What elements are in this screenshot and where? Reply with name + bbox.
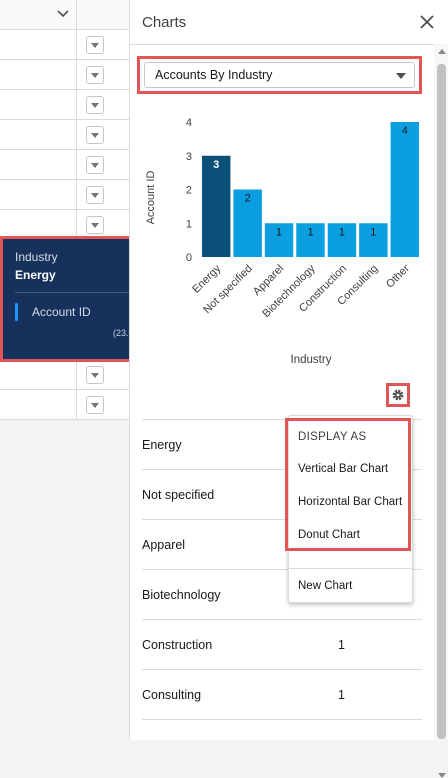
- menu-item-new-chart[interactable]: New Chart: [298, 580, 352, 592]
- table-row: Construction 1: [142, 620, 422, 670]
- column-divider: [76, 60, 77, 90]
- chart-bar[interactable]: [390, 122, 419, 257]
- y-tick-label: 2: [186, 185, 192, 197]
- bar-data-label: 3: [213, 159, 219, 171]
- table-row-value: 1: [338, 688, 345, 702]
- chart-select-value: Accounts By Industry: [155, 68, 273, 82]
- bar-data-label: 1: [307, 226, 313, 238]
- menu-highlight-box: [285, 418, 411, 551]
- column-divider: [76, 180, 77, 210]
- table-row-value: 1: [338, 638, 345, 652]
- panel-divider: [130, 44, 448, 45]
- table-row-label: Not specified: [142, 488, 215, 502]
- close-icon[interactable]: [419, 14, 435, 30]
- x-tick-label: Other: [384, 262, 412, 290]
- row-actions-button[interactable]: [86, 96, 104, 114]
- row-actions-button[interactable]: [86, 66, 104, 84]
- list-header: [0, 0, 129, 30]
- table-row: [0, 90, 129, 120]
- bar-data-label: 4: [402, 125, 408, 137]
- table-row: [0, 390, 129, 420]
- list-view: [0, 0, 129, 740]
- scroll-down-icon[interactable]: [438, 773, 446, 778]
- bar-data-label: 1: [276, 226, 282, 238]
- chart-select[interactable]: Accounts By Industry: [144, 62, 415, 88]
- scroll-up-icon[interactable]: [438, 49, 446, 54]
- caret-down-icon: [396, 73, 406, 79]
- y-tick-label: 0: [186, 252, 192, 264]
- row-actions-button[interactable]: [86, 216, 104, 234]
- chart-bar[interactable]: [202, 155, 231, 257]
- table-row: [0, 360, 129, 390]
- table-row-label: Apparel: [142, 538, 186, 552]
- tooltip-series-name: Account ID: [32, 305, 91, 319]
- y-tick-label: 1: [186, 218, 192, 230]
- panel-title: Charts: [142, 14, 187, 31]
- column-divider: [76, 390, 77, 420]
- chevron-down-icon[interactable]: [56, 7, 70, 21]
- column-divider: [76, 0, 77, 30]
- column-divider: [76, 90, 77, 120]
- table-row: [0, 180, 129, 210]
- row-actions-button[interactable]: [86, 36, 104, 54]
- y-tick-label: 3: [186, 151, 192, 163]
- table-row: [0, 60, 129, 90]
- bar-data-label: 1: [370, 226, 376, 238]
- bar-data-label: 2: [245, 193, 251, 205]
- series-color-marker: [15, 303, 18, 321]
- charts-panel: Charts Accounts By Industry 0 1 2 3 4 Account…: [129, 0, 448, 778]
- highlight-box: Accounts By Industry: [137, 56, 422, 94]
- row-actions-button[interactable]: [86, 126, 104, 144]
- column-divider: [76, 30, 77, 60]
- x-axis-label: Industry: [291, 354, 332, 366]
- panel-scrollbar[interactable]: [434, 44, 448, 778]
- scroll-thumb[interactable]: [437, 64, 446, 739]
- table-row-label: Biotechnology: [142, 588, 221, 602]
- table-row: [0, 120, 129, 150]
- bar-data-label: 1: [339, 226, 345, 238]
- y-axis-label: Account ID: [145, 171, 157, 225]
- row-actions-button[interactable]: [86, 156, 104, 174]
- table-row: [0, 30, 129, 60]
- column-divider: [76, 120, 77, 150]
- row-actions-button[interactable]: [86, 396, 104, 414]
- table-row: [0, 150, 129, 180]
- y-tick-label: 4: [186, 117, 192, 129]
- menu-divider: [289, 568, 412, 569]
- row-actions-button[interactable]: [86, 186, 104, 204]
- column-divider: [76, 360, 77, 390]
- chart-settings-button[interactable]: [386, 383, 410, 407]
- row-actions-button[interactable]: [86, 366, 104, 384]
- table-row-label: Energy: [142, 438, 182, 452]
- column-divider: [76, 150, 77, 180]
- table-row: Consulting 1: [142, 670, 422, 720]
- gear-icon: [392, 389, 404, 401]
- table-row-label: Consulting: [142, 688, 202, 702]
- bar-chart: 01234Account ID3Energy2Not specified1App…: [145, 117, 419, 366]
- table-row-label: Construction: [142, 638, 213, 652]
